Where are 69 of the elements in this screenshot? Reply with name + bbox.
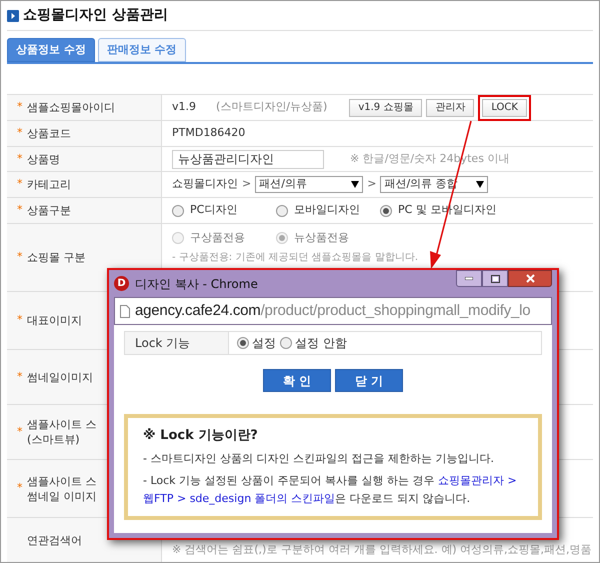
close-dialog-button[interactable]: 닫 기	[335, 369, 403, 392]
radio-button[interactable]	[280, 337, 292, 349]
maximize-icon	[490, 274, 500, 282]
admin-button[interactable]: LOCK	[482, 98, 527, 116]
radio-button[interactable]	[380, 204, 392, 216]
radio-label: 뉴상품전용	[294, 230, 349, 246]
field-label: 상품코드	[27, 126, 71, 141]
radio-label: 설정 안함	[295, 335, 347, 352]
required-marker: *	[17, 150, 24, 167]
radio-label: 구상품전용	[190, 230, 245, 246]
field-label: 쇼핑몰 구분	[27, 250, 86, 265]
app-logo: D	[114, 276, 129, 291]
field-label: 샘플사이트 스	[27, 417, 96, 432]
page-title: 쇼핑몰디자인 상품관리	[23, 6, 168, 25]
field-label: 대표이미지	[27, 313, 82, 328]
radio-label: PC디자인	[190, 202, 238, 218]
info-title: ※ Lock 기능이란?	[143, 427, 259, 445]
version-text: v1.9	[172, 99, 196, 116]
required-marker: *	[17, 125, 24, 142]
radio-button[interactable]	[276, 204, 288, 216]
required-marker: *	[17, 312, 24, 328]
field-label: 썸네일이미지	[27, 370, 93, 384]
minimize-icon	[465, 277, 473, 280]
tab[interactable]: 상품정보 수정	[7, 38, 95, 62]
title-bullet-icon	[7, 10, 19, 22]
category-select[interactable]: 패션/의류	[255, 176, 364, 193]
address-bar[interactable]: agency.cafe24.com/product/product_shoppingmall_modify_lo	[114, 297, 552, 325]
field-label: 샘플쇼핑몰아이디	[27, 100, 115, 115]
confirm-button[interactable]: 확 인	[263, 369, 331, 392]
category-root: 쇼핑몰디자인	[172, 176, 238, 192]
close-button[interactable]	[508, 270, 552, 287]
maximize-button[interactable]	[482, 270, 508, 287]
field-label: 썸네일 이미지	[27, 488, 96, 504]
lock-label: Lock 기능	[125, 332, 229, 354]
page-icon	[120, 304, 130, 318]
required-marker: *	[17, 202, 24, 218]
field-label: (스마트뷰)	[27, 432, 81, 447]
hint-text: ※ 검색어는 쉼표(,)로 구분하여 여러 개를 입력하세요. 예) 여성의류,쇼핑몰,패션,명품	[172, 542, 592, 556]
minimize-button[interactable]	[456, 270, 482, 287]
product-type-note: (스마트디자인/뉴상품)	[216, 99, 328, 116]
info-text: - Lock 기능 설정된 상품이 주문되어 복사를 실행 하는 경우 쇼핑몰관리자 > 웹FTP > sde_design 폴더의 스킨파일은 다운로드 되지 않습니다.	[143, 472, 518, 507]
required-marker: *	[17, 99, 24, 116]
radio-button[interactable]	[172, 204, 184, 216]
url-text: agency.cafe24.com/product/product_shoppingmall_modify_lo	[135, 300, 530, 321]
product-code: PTMD186420	[172, 125, 246, 142]
field-label: 상품명	[27, 152, 60, 166]
required-marker: *	[17, 176, 24, 192]
radio-label: 설정	[252, 335, 276, 352]
product-name-field[interactable]: 뉴상품관리디자인	[172, 150, 324, 168]
field-label: 샘플사이트 스	[27, 474, 96, 488]
required-marker: *	[17, 368, 24, 385]
admin-button[interactable]: v1.9 쇼핑몰	[349, 98, 422, 116]
required-marker: *	[17, 480, 24, 496]
window-title: 디자인 복사 - Chrome	[135, 276, 258, 292]
dropdown-caret-icon	[351, 181, 360, 188]
required-marker: *	[17, 424, 24, 440]
dropdown-caret-icon	[476, 181, 484, 188]
field-label: 카테고리	[27, 177, 71, 192]
note-text: - 구상품전용: 기존에 제공되던 샘플쇼핑몰을 말합니다.	[172, 250, 418, 264]
required-marker: *	[17, 249, 24, 266]
info-text: - 스마트디자인 상품의 디자인 스킨파일의 접근을 제한하는 기능입니다.	[143, 450, 495, 466]
radio-label: 모바일디자인	[294, 202, 360, 218]
admin-button[interactable]: 관리자	[426, 98, 474, 116]
close-icon	[526, 274, 534, 283]
field-label: 연관검색어	[27, 532, 82, 548]
breadcrumb-separator: >	[367, 176, 376, 192]
radio-button[interactable]	[237, 337, 249, 349]
breadcrumb-separator: >	[242, 176, 252, 192]
field-label: 상품구분	[27, 203, 71, 218]
